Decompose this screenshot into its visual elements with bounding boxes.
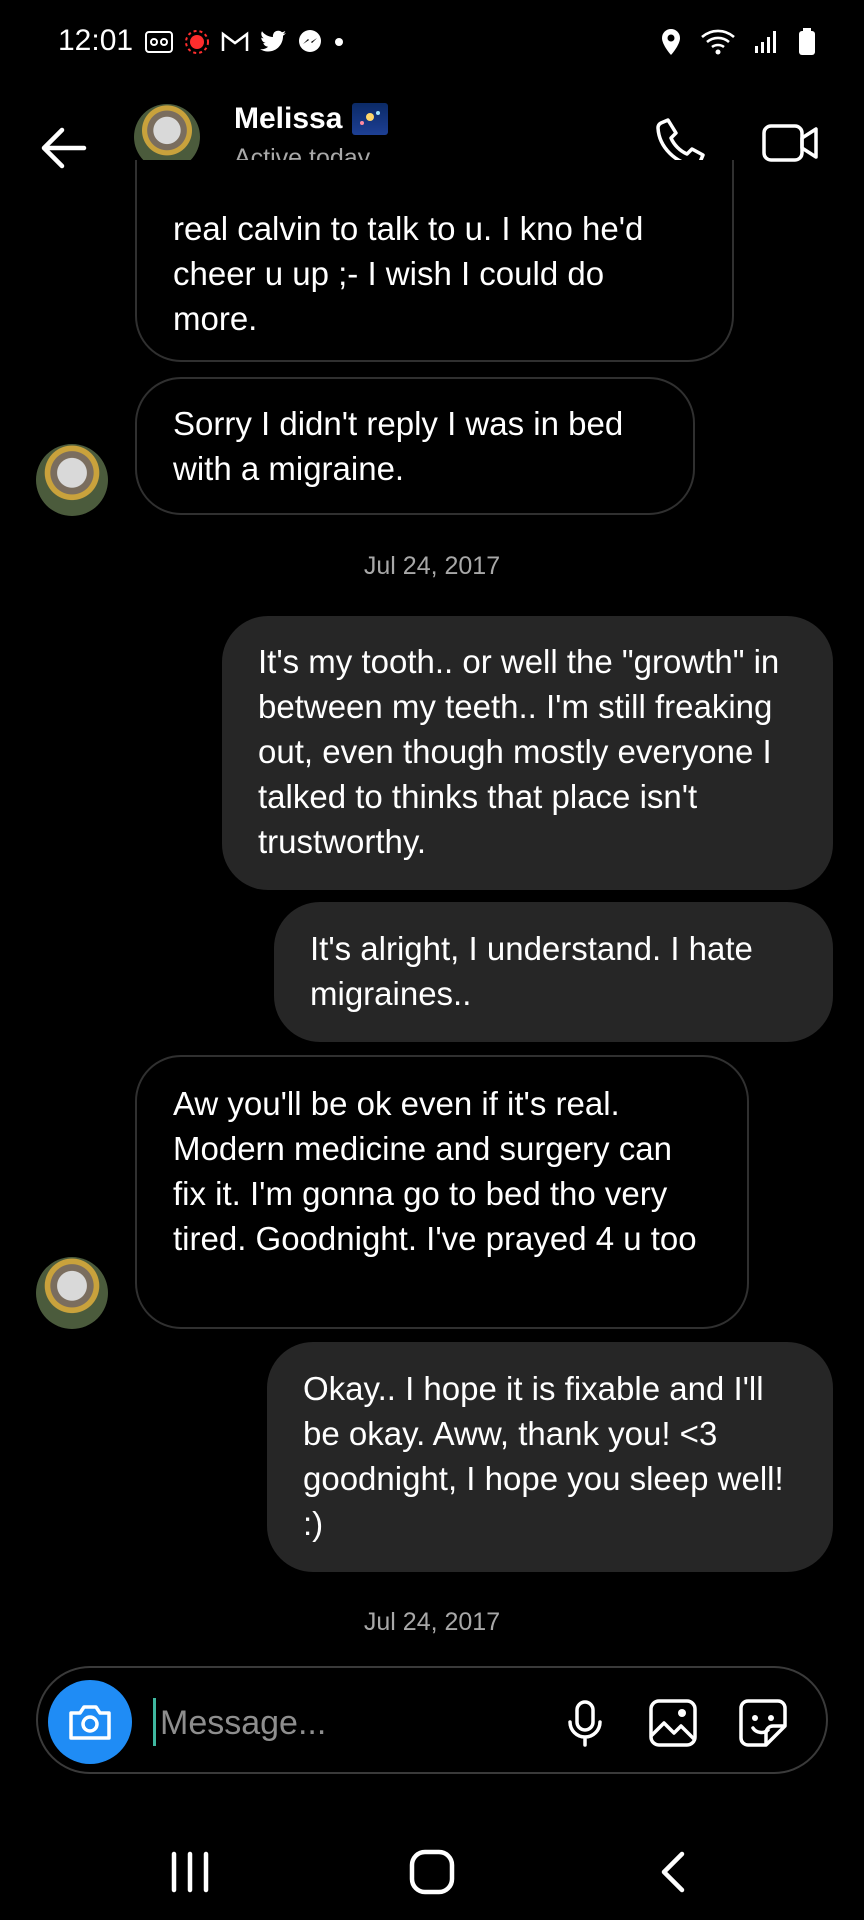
more-notifications-icon (335, 38, 343, 46)
wifi-icon (701, 29, 735, 55)
gmail-icon (221, 31, 249, 51)
location-icon (662, 29, 680, 55)
system-icons (660, 28, 816, 56)
image-icon[interactable] (646, 1696, 700, 1750)
sender-avatar[interactable] (36, 1257, 108, 1329)
sticker-icon[interactable] (736, 1696, 790, 1750)
recent-apps-icon[interactable] (160, 1842, 220, 1902)
message-input[interactable] (158, 1694, 542, 1752)
message-text: Aw you'll be ok even if it's real. Moder… (173, 1085, 697, 1257)
system-navigation-bar (0, 1820, 864, 1920)
contact-name-row[interactable]: Melissa (234, 102, 389, 136)
message-bubble-outgoing[interactable]: It's alright, I understand. I hate migra… (274, 902, 833, 1042)
notification-icons (145, 28, 345, 56)
sender-avatar[interactable] (36, 444, 108, 516)
message-bubble-outgoing[interactable]: Okay.. I hope it is fixable and I'll be … (267, 1342, 833, 1572)
date-separator: Jul 24, 2017 (363, 1608, 501, 1636)
message-bubble-incoming[interactable]: Aw you'll be ok even if it's real. Moder… (135, 1055, 749, 1329)
home-icon[interactable] (402, 1842, 462, 1902)
message-bubble-incoming[interactable]: Sorry I didn't reply I was in bed with a… (135, 377, 695, 515)
microphone-icon[interactable] (558, 1696, 612, 1750)
message-text: real calvin to talk to u. I kno he'd che… (173, 210, 644, 337)
arrow-left-icon[interactable] (34, 118, 94, 178)
twitter-icon (260, 30, 286, 52)
message-bubble-incoming[interactable]: real calvin to talk to u. I kno he'd che… (135, 160, 734, 362)
messenger-icon (299, 30, 321, 52)
camera-icon (69, 1705, 111, 1740)
message-text: It's my tooth.. or well the "growth" in … (258, 643, 780, 860)
battery-icon (799, 28, 815, 55)
signal-icon (755, 31, 776, 53)
contact-name: Melissa (234, 102, 343, 135)
message-text: Okay.. I hope it is fixable and I'll be … (303, 1370, 784, 1542)
date-separator: Jul 24, 2017 (363, 552, 501, 580)
camera-button[interactable] (48, 1680, 132, 1764)
message-bubble-outgoing[interactable]: It's my tooth.. or well the "growth" in … (222, 616, 833, 890)
status-bar: 12:01 (0, 0, 864, 90)
back-icon[interactable] (644, 1842, 704, 1902)
sparkle-emoji-icon (352, 103, 389, 135)
recording-icon (185, 30, 209, 54)
voicemail-icon (145, 31, 173, 53)
message-composer (36, 1666, 828, 1774)
video-camera-icon[interactable] (760, 112, 822, 172)
message-text: Sorry I didn't reply I was in bed with a… (173, 405, 624, 487)
text-caret (153, 1698, 156, 1746)
status-time: 12:01 (58, 24, 134, 57)
message-text: It's alright, I understand. I hate migra… (310, 930, 753, 1012)
